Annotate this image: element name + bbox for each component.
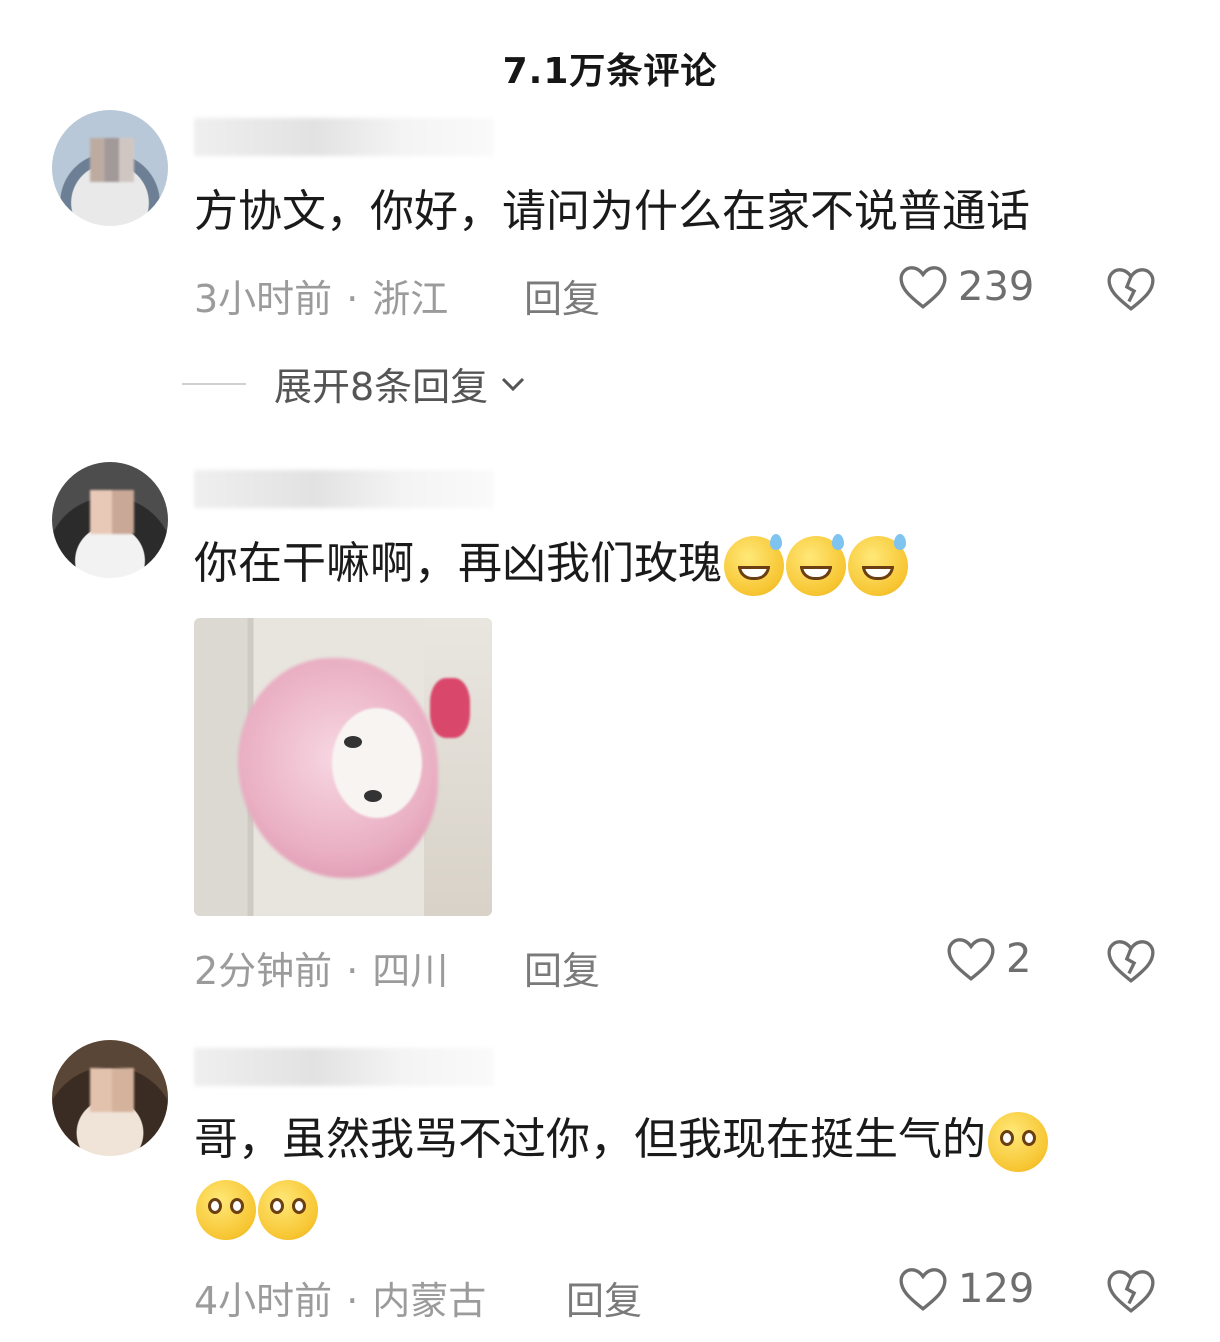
comment-meta: 2分钟前 · 四川 [194,940,448,995]
heart-outline-icon [899,1268,947,1311]
comment-location: 浙江 [372,277,449,321]
comment-text: 方协文，你好，请问为什么在家不说普通话 [194,186,1030,237]
like-count: 2 [1006,936,1032,982]
broken-heart-icon[interactable] [1106,266,1156,312]
comment-text: 你在干嘛啊，再凶我们玫瑰 [194,534,908,596]
reply-button[interactable]: 回复 [566,1270,642,1325]
comment-meta: 4小时前 · 内蒙古 [194,1270,486,1325]
expand-replies-label: 展开8条回复 [274,365,489,409]
heart-outline-icon [899,266,947,309]
smile-emoji [988,1112,1048,1172]
like-button[interactable]: 239 [898,264,1034,310]
like-count: 239 [958,264,1035,310]
comment-text: 哥，虽然我骂不过你，但我现在挺生气的 [194,1112,1048,1172]
divider-line [182,382,246,385]
meta-separator: · [346,277,359,321]
like-count: 129 [958,1266,1035,1312]
reply-button[interactable]: 回复 [524,940,600,995]
like-button[interactable]: 129 [898,1266,1034,1312]
comment-time: 2分钟前 [194,949,333,993]
comment-text-content: 哥，虽然我骂不过你，但我现在挺生气的 [194,1114,986,1165]
comment-image[interactable] [194,618,492,916]
comment-location: 内蒙古 [372,1279,487,1323]
broken-heart-icon[interactable] [1106,938,1156,984]
comments-count-title: 7.1万条评论 [502,51,718,92]
reply-button[interactable]: 回复 [524,268,600,323]
comment-meta: 3小时前 · 浙江 [194,268,448,323]
smile-emoji [196,1180,256,1240]
grin-sweat-emoji [786,534,846,596]
broken-heart-icon[interactable] [1106,1268,1156,1314]
username-blurred[interactable] [194,1048,494,1086]
avatar[interactable] [52,110,168,226]
avatar[interactable] [52,462,168,578]
expand-replies-button[interactable]: 展开8条回复 [182,356,528,411]
username-blurred[interactable] [194,470,494,508]
like-button[interactable]: 2 [946,936,1031,982]
comment-text-content: 你在干嘛啊，再凶我们玫瑰 [194,538,722,589]
grin-sweat-emoji [724,534,784,596]
username-blurred[interactable] [194,118,494,156]
comment-time: 4小时前 [194,1279,333,1323]
chevron-down-icon [502,377,525,391]
smile-emoji [258,1180,318,1240]
heart-outline-icon [947,938,995,981]
avatar[interactable] [52,1040,168,1156]
comment-time: 3小时前 [194,277,333,321]
grin-sweat-emoji [848,534,908,596]
comment-location: 四川 [372,949,449,993]
comment-text-line2 [194,1180,318,1240]
meta-separator: · [346,949,359,993]
meta-separator: · [346,1279,359,1323]
